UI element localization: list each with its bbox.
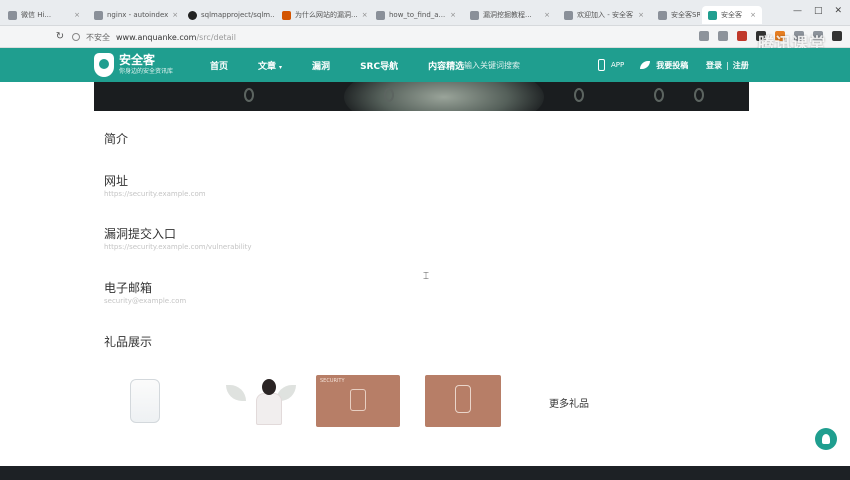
browser-tab-strip: 微信 Hi... × nginx - autoindex × sqlmappro… — [0, 0, 850, 26]
logo-subtitle: 你身边的安全资讯库 — [119, 68, 174, 75]
section-title-vuln-entry: 漏洞提交入口 — [104, 227, 177, 241]
github-icon — [188, 10, 197, 20]
feather-icon — [640, 61, 651, 69]
reload-icon[interactable]: ↻ — [52, 29, 68, 45]
auth-separator: | — [726, 60, 729, 70]
mouse-cursor-icon: ⌶ — [423, 271, 429, 282]
nav-item-src-nav[interactable]: SRC导航 — [360, 59, 398, 72]
header-actions: APP 我要投稿 — [598, 48, 688, 82]
nav-item-home[interactable]: 首页 — [210, 59, 228, 72]
browser-tab[interactable]: 安全客SRC - ... — [652, 6, 700, 24]
website-url[interactable]: https://security.example.com — [104, 190, 206, 198]
tab-label: 安全客 — [721, 11, 742, 19]
tab-close-icon[interactable]: × — [172, 11, 178, 19]
extension-icon[interactable] — [718, 31, 728, 41]
tab-label: 漏洞挖掘教程... — [483, 11, 532, 19]
search-input[interactable]: 输入关键词搜索 — [458, 57, 578, 73]
tab-favicon-icon — [94, 10, 103, 20]
email-address[interactable]: security@example.com — [104, 297, 186, 305]
section-title-email: 电子邮箱 — [104, 281, 153, 295]
insecure-warning-icon — [72, 33, 80, 41]
main-nav: 首页 文章 ▾ 漏洞 SRC导航 内容精选 — [210, 48, 494, 82]
browser-tab[interactable]: nginx - autoindex × — [88, 6, 180, 24]
rocket-icon — [822, 434, 830, 444]
vuln-entry-url[interactable]: https://security.example.com/vulnerabili… — [104, 243, 252, 251]
logo-shield-icon — [94, 53, 114, 77]
phone-icon[interactable] — [598, 59, 605, 71]
browser-tab[interactable]: 漏洞挖掘教程... × — [464, 6, 556, 24]
url-host: www.anquanke.com — [116, 32, 197, 42]
nav-item-articles[interactable]: 文章 ▾ — [258, 59, 282, 72]
browser-tab[interactable]: 微信 Hi... × — [2, 6, 86, 24]
close-icon[interactable]: ✕ — [834, 6, 842, 16]
browser-tab[interactable]: 为什么网站的漏洞... × — [276, 6, 368, 24]
tab-favicon-icon — [376, 10, 385, 20]
tab-favicon-icon — [282, 10, 291, 20]
browser-tab-active[interactable]: 安全客 × — [702, 6, 762, 24]
extension-icon[interactable] — [737, 31, 747, 41]
tab-favicon-icon — [470, 10, 479, 20]
window-controls: — □ ✕ — [793, 6, 842, 16]
tab-label: 微信 Hi... — [21, 11, 52, 19]
browser-tab[interactable]: how_to_find_a... × — [370, 6, 462, 24]
tab-label: 为什么网站的漏洞... — [295, 11, 358, 19]
browser-address-bar: ↻ 不安全 www.anquanke.com/src/detail — [0, 26, 850, 48]
tab-favicon-icon — [658, 10, 667, 20]
logo-title: 安全客 — [119, 53, 156, 67]
tab-close-icon[interactable]: × — [750, 11, 756, 19]
section-title-intro: 简介 — [104, 132, 129, 146]
tab-label: 欢迎加入 - 安全客 — [577, 11, 633, 19]
login-link[interactable]: 登录 — [706, 60, 722, 71]
more-gifts-link[interactable]: 更多礼品 — [549, 395, 589, 410]
gift-image[interactable] — [124, 375, 166, 427]
tab-label: 安全客SRC - ... — [671, 11, 700, 19]
contribute-link[interactable]: 我要投稿 — [656, 60, 688, 71]
gift-image[interactable] — [218, 375, 296, 427]
taskbar — [0, 466, 850, 480]
tab-close-icon[interactable]: × — [74, 11, 80, 19]
tab-favicon-icon — [8, 10, 17, 20]
tab-label: nginx - autoindex — [107, 11, 169, 19]
chevron-down-icon: ▾ — [279, 63, 283, 71]
tab-label: how_to_find_a... — [389, 11, 446, 19]
tab-favicon-icon — [564, 10, 573, 20]
tab-favicon-icon — [708, 10, 717, 20]
tab-close-icon[interactable]: × — [544, 11, 550, 19]
minimize-icon[interactable]: — — [793, 6, 802, 16]
browser-tab[interactable]: sqlmapproject/sqlm... × — [182, 6, 274, 24]
tab-close-icon[interactable]: × — [638, 11, 644, 19]
tab-label: sqlmapproject/sqlm... — [201, 11, 274, 19]
floating-action-button[interactable] — [815, 428, 837, 450]
site-header: 安全客 你身边的安全资讯库 首页 文章 ▾ 漏洞 SRC导航 内容精选 输入关键词… — [0, 48, 850, 82]
gift-image[interactable] — [425, 375, 501, 427]
app-link[interactable]: APP — [611, 61, 624, 69]
maximize-icon[interactable]: □ — [814, 6, 823, 16]
gift-image[interactable]: SECURITY — [316, 375, 400, 427]
url-path: /src/detail — [196, 32, 236, 42]
tab-close-icon[interactable]: × — [362, 11, 368, 19]
star-icon[interactable] — [699, 31, 709, 41]
nav-item-vulnerabilities[interactable]: 漏洞 — [312, 59, 330, 72]
gift-label: SECURITY — [320, 378, 345, 384]
profile-icon[interactable] — [832, 31, 842, 41]
auth-links: 登录 | 注册 — [706, 48, 749, 82]
site-logo[interactable]: 安全客 你身边的安全资讯库 — [94, 53, 173, 77]
section-title-website: 网址 — [104, 174, 129, 188]
security-label: 不安全 — [86, 32, 110, 42]
register-link[interactable]: 注册 — [733, 60, 749, 71]
section-title-gifts: 礼品展示 — [104, 335, 153, 349]
banner-image — [94, 82, 749, 111]
tab-close-icon[interactable]: × — [450, 11, 456, 19]
browser-tab[interactable]: 欢迎加入 - 安全客 × — [558, 6, 650, 24]
url-field[interactable]: 不安全 www.anquanke.com/src/detail — [72, 29, 512, 45]
